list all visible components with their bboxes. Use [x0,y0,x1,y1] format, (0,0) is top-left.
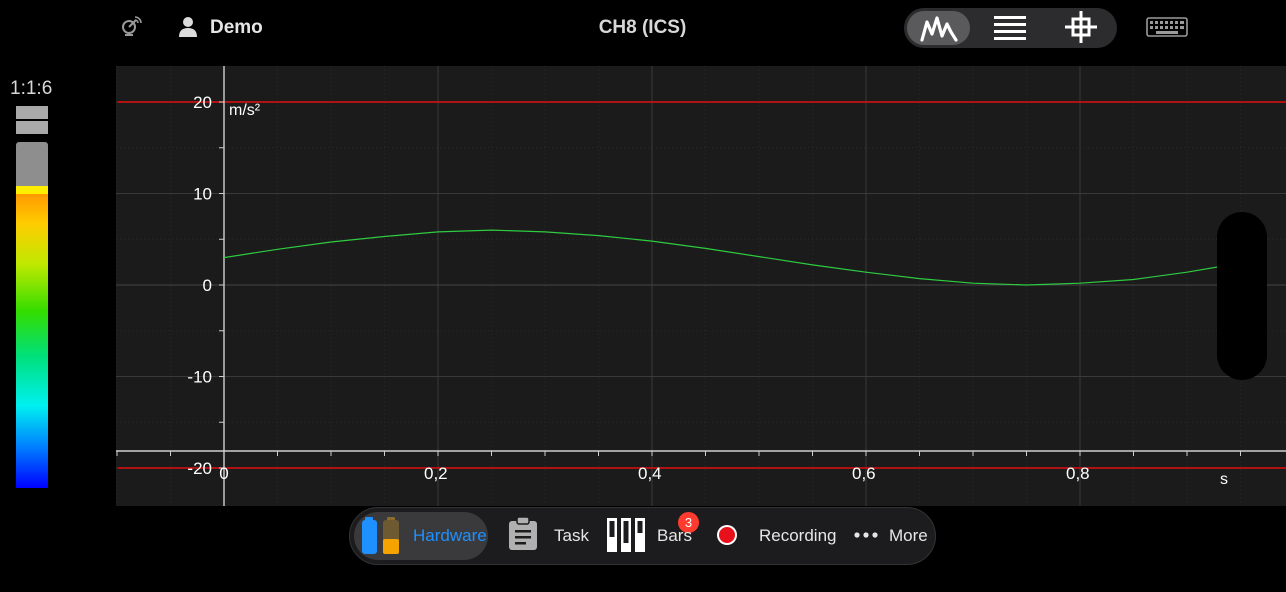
x-tick-label: 0,4 [638,464,662,483]
meter-peak-marker [16,186,48,194]
recording-tab-label[interactable]: Recording [759,526,837,546]
x-tick-label: 0,6 [852,464,876,483]
x-tick-label: 0 [219,464,228,483]
scroll-handle[interactable] [1217,212,1267,380]
keyboard-icon[interactable] [1146,17,1188,37]
x-tick-label: 0,2 [424,464,448,483]
hardware-icon[interactable] [361,517,403,555]
y-tick-label: -10 [187,368,212,387]
y-tick-label: 20 [193,93,212,112]
y-tick-label: -20 [187,459,212,478]
meter-headroom [16,142,48,186]
bars-icon[interactable] [606,517,646,553]
satellite-dish-icon[interactable] [120,14,144,38]
y-tick-label: 10 [193,185,212,204]
task-tab-label[interactable]: Task [554,526,589,546]
level-meter-label: 1:1:6 [10,78,53,99]
more-tab-label[interactable]: More [889,526,928,546]
y-axis-unit: m/s² [229,102,261,119]
hardware-tab-label[interactable]: Hardware [413,526,487,546]
meter-segment [16,121,48,134]
user-name[interactable]: Demo [210,17,263,39]
signal-plot[interactable]: 20 10 0 -10 -20 0 0,2 0,4 0,6 0,8 m/s² s [116,66,1286,506]
record-icon[interactable] [716,524,738,546]
meter-segment [16,106,48,119]
x-axis-unit: s [1220,471,1228,488]
x-tick-label: 0,8 [1066,464,1090,483]
user-icon[interactable] [178,16,198,38]
level-meter-bar [16,194,48,488]
channel-title[interactable]: CH8 (ICS) [560,17,725,39]
bars-tab-label[interactable]: Bars [657,526,692,546]
more-icon[interactable] [853,531,879,539]
clipboard-icon[interactable] [507,517,539,551]
list-icon[interactable] [992,14,1028,42]
waveform-icon[interactable] [920,14,958,42]
crosshair-icon[interactable] [1064,10,1098,44]
y-tick-label: 0 [203,276,212,295]
plot-background [116,66,1286,506]
